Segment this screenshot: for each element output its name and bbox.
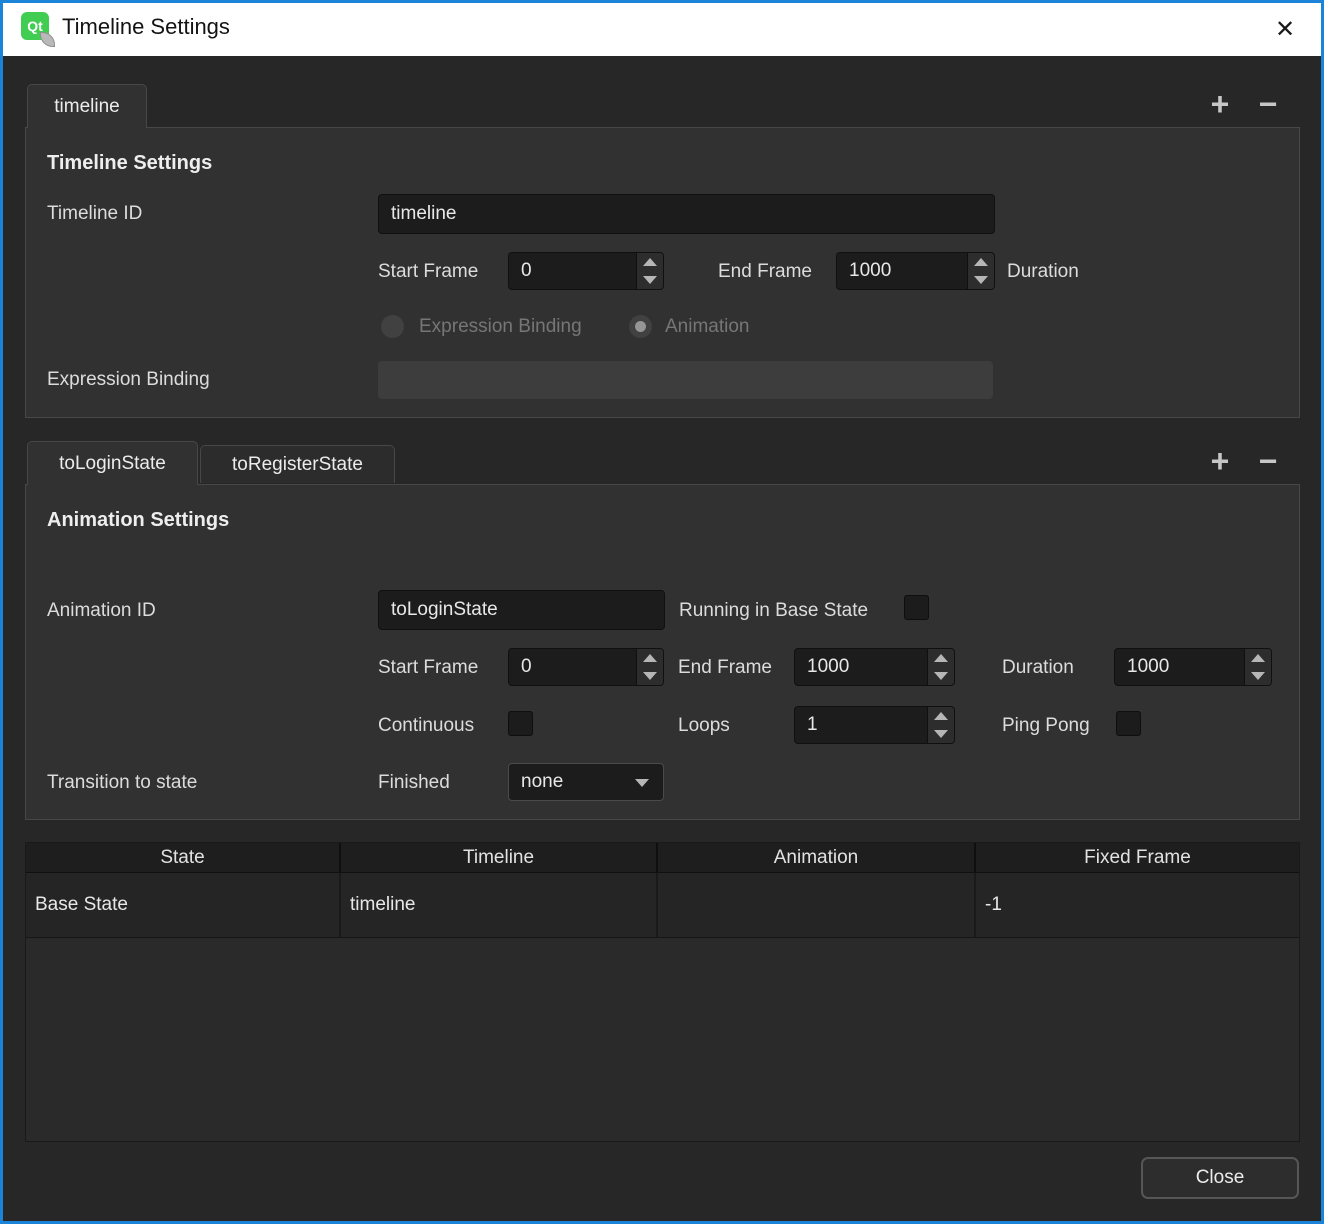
- loops-label: Loops: [678, 715, 730, 737]
- ping-pong-checkbox[interactable]: [1116, 711, 1141, 736]
- column-header-timeline[interactable]: Timeline: [341, 843, 658, 872]
- column-header-animation[interactable]: Animation: [658, 843, 976, 872]
- remove-animation-button[interactable]: −: [1252, 441, 1284, 481]
- chevron-down-icon: [635, 779, 649, 787]
- continuous-checkbox[interactable]: [508, 711, 533, 736]
- column-header-fixed-frame[interactable]: Fixed Frame: [976, 843, 1299, 872]
- finished-dropdown-value: none: [521, 771, 563, 793]
- remove-timeline-button[interactable]: −: [1252, 84, 1284, 124]
- finished-label: Finished: [378, 772, 450, 794]
- running-in-base-state-checkbox[interactable]: [904, 595, 929, 620]
- window-close-icon[interactable]: ✕: [1268, 12, 1302, 46]
- table-header-row: State Timeline Animation Fixed Frame: [26, 843, 1299, 873]
- spinner-arrows: [927, 707, 954, 743]
- start-frame-spinner[interactable]: 0: [508, 252, 664, 290]
- states-table: State Timeline Animation Fixed Frame Bas…: [25, 842, 1300, 1142]
- spinner-arrows: [1244, 649, 1271, 685]
- animation-settings-heading: Animation Settings: [47, 509, 229, 532]
- animation-id-label: Animation ID: [47, 600, 156, 622]
- ping-pong-label: Ping Pong: [1002, 715, 1090, 737]
- spin-up-button[interactable]: [1245, 649, 1271, 667]
- tab-timeline[interactable]: timeline: [27, 84, 147, 128]
- timeline-settings-heading: Timeline Settings: [47, 152, 212, 175]
- cell-fixed-frame: -1: [976, 873, 1299, 937]
- expression-binding-label: Expression Binding: [47, 369, 210, 391]
- tab-timeline-label: timeline: [54, 96, 119, 118]
- transition-to-state-label: Transition to state: [47, 772, 197, 794]
- start-frame-value: 0: [509, 253, 636, 289]
- spinner-arrows: [636, 649, 663, 685]
- expression-binding-radio-label: Expression Binding: [419, 316, 582, 338]
- continuous-label: Continuous: [378, 715, 474, 737]
- column-header-state[interactable]: State: [26, 843, 341, 872]
- animation-tab-actions: + −: [1204, 441, 1284, 481]
- add-animation-button[interactable]: +: [1204, 441, 1236, 481]
- timeline-tab-actions: + −: [1204, 84, 1284, 124]
- loops-spinner[interactable]: 1: [794, 706, 955, 744]
- spin-down-button[interactable]: [928, 725, 954, 743]
- anim-start-frame-label: Start Frame: [378, 657, 478, 679]
- spin-up-button[interactable]: [637, 649, 663, 667]
- anim-duration-label: Duration: [1002, 657, 1074, 679]
- anim-end-frame-spinner[interactable]: 1000: [794, 648, 955, 686]
- spinner-arrows: [636, 253, 663, 289]
- spinner-arrows: [927, 649, 954, 685]
- qt-logo-icon: Qt: [21, 12, 53, 44]
- spin-down-button[interactable]: [637, 667, 663, 685]
- cell-timeline: timeline: [341, 873, 658, 937]
- expression-binding-radio[interactable]: [381, 315, 404, 338]
- anim-duration-spinner[interactable]: 1000: [1114, 648, 1272, 686]
- spinner-arrows: [967, 253, 994, 289]
- end-frame-label: End Frame: [718, 261, 812, 283]
- tab-tologinstate[interactable]: toLoginState: [27, 441, 198, 485]
- anim-start-frame-spinner[interactable]: 0: [508, 648, 664, 686]
- spin-down-button[interactable]: [1245, 667, 1271, 685]
- running-in-base-state-label: Running in Base State: [679, 600, 868, 622]
- timeline-settings-dialog: Qt Timeline Settings ✕ timeline + − Time…: [0, 0, 1324, 1224]
- anim-start-frame-value: 0: [509, 649, 636, 685]
- spin-up-button[interactable]: [928, 649, 954, 667]
- add-timeline-button[interactable]: +: [1204, 84, 1236, 124]
- loops-value: 1: [795, 707, 927, 743]
- tab-toregisterstate[interactable]: toRegisterState: [200, 445, 395, 483]
- close-button[interactable]: Close: [1141, 1157, 1299, 1199]
- end-frame-value: 1000: [837, 253, 967, 289]
- spin-up-button[interactable]: [637, 253, 663, 271]
- spin-down-button[interactable]: [968, 271, 994, 289]
- animation-id-input[interactable]: toLoginState: [378, 590, 665, 630]
- table-row[interactable]: Base State timeline -1: [26, 873, 1299, 938]
- animation-radio-label: Animation: [665, 316, 750, 338]
- anim-end-frame-label: End Frame: [678, 657, 772, 679]
- anim-duration-value: 1000: [1115, 649, 1244, 685]
- titlebar: Qt Timeline Settings ✕: [0, 0, 1324, 56]
- animation-radio[interactable]: [629, 315, 652, 338]
- spin-down-button[interactable]: [928, 667, 954, 685]
- duration-label: Duration: [1007, 261, 1079, 283]
- anim-end-frame-value: 1000: [795, 649, 927, 685]
- cell-state: Base State: [26, 873, 341, 937]
- qt-leaf-icon: [40, 32, 55, 47]
- spin-down-button[interactable]: [637, 271, 663, 289]
- expression-binding-input[interactable]: [378, 361, 993, 399]
- tab-tologinstate-label: toLoginState: [59, 453, 166, 475]
- spin-up-button[interactable]: [968, 253, 994, 271]
- window-title: Timeline Settings: [62, 14, 230, 40]
- finished-dropdown[interactable]: none: [508, 763, 664, 801]
- cell-animation: [658, 873, 976, 937]
- tab-toregisterstate-label: toRegisterState: [232, 454, 363, 476]
- timeline-id-input[interactable]: timeline: [378, 194, 995, 234]
- start-frame-label: Start Frame: [378, 261, 478, 283]
- end-frame-spinner[interactable]: 1000: [836, 252, 995, 290]
- timeline-id-label: Timeline ID: [47, 203, 142, 225]
- spin-up-button[interactable]: [928, 707, 954, 725]
